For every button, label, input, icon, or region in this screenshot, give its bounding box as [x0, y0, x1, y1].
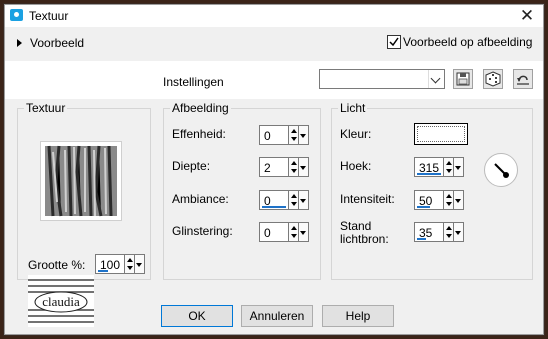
- spin-arrows-icon[interactable]: [444, 190, 454, 210]
- cancel-button[interactable]: Annuleren: [241, 305, 313, 327]
- size-value-field[interactable]: 100: [95, 254, 125, 274]
- spin-arrows-icon[interactable]: [289, 125, 299, 145]
- shine-value-field[interactable]: 0: [259, 222, 289, 242]
- light-height-label: Stand lichtbron:: [340, 219, 389, 246]
- dropdown-arrow-icon[interactable]: [299, 222, 309, 242]
- bark-texture-image: [45, 145, 117, 217]
- dropdown-arrow-icon[interactable]: [454, 222, 464, 242]
- settings-label: Instellingen: [163, 75, 224, 89]
- angle-value-field[interactable]: 315: [414, 157, 444, 177]
- angle-level-bar: [417, 173, 441, 175]
- svg-text:claudia: claudia: [42, 294, 80, 309]
- settings-bar: Instellingen: [5, 61, 543, 99]
- size-level-bar: [98, 270, 108, 272]
- dropdown-arrow-icon[interactable]: [135, 254, 145, 274]
- image-group: Afbeelding Effenheid: 0 Diepte: 2 Ambian…: [163, 101, 321, 280]
- reset-icon: [517, 75, 529, 85]
- spin-arrows-icon[interactable]: [444, 222, 454, 242]
- random-button[interactable]: [483, 69, 503, 89]
- smoothness-value-field[interactable]: 0: [259, 125, 289, 145]
- angle-spinner[interactable]: 315: [414, 157, 464, 177]
- dropdown-arrow-icon[interactable]: [299, 125, 309, 145]
- light-group-title: Licht: [338, 101, 368, 115]
- light-color-swatch[interactable]: [414, 123, 468, 145]
- ambiance-spinner[interactable]: 0: [259, 190, 309, 210]
- light-height-level-bar: [417, 238, 426, 240]
- dropdown-arrow-icon[interactable]: [299, 190, 309, 210]
- angle-dial[interactable]: [484, 153, 518, 187]
- title-bar: Textuur ✕: [5, 5, 543, 27]
- light-height-value-field[interactable]: 35: [414, 222, 444, 242]
- spin-arrows-icon[interactable]: [289, 190, 299, 210]
- depth-value: 2: [264, 161, 271, 175]
- checkmark-icon: [389, 37, 399, 47]
- dice-icon: [485, 71, 501, 87]
- window-title: Textuur: [29, 9, 69, 23]
- preview-on-image-label[interactable]: Voorbeeld op afbeelding: [403, 35, 532, 49]
- preview-on-image-checkbox[interactable]: [387, 35, 401, 49]
- size-label: Grootte %:: [28, 258, 86, 272]
- image-group-title: Afbeelding: [170, 101, 231, 115]
- shine-value: 0: [264, 226, 271, 240]
- claudia-watermark-logo: claudia: [28, 275, 94, 327]
- spin-arrows-icon[interactable]: [444, 157, 454, 177]
- spin-arrows-icon[interactable]: [289, 157, 299, 177]
- preview-bar: Voorbeeld Voorbeeld op afbeelding: [5, 27, 543, 62]
- smoothness-spinner[interactable]: 0: [259, 125, 309, 145]
- intensity-spinner[interactable]: 50: [414, 190, 464, 210]
- intensity-level-bar: [417, 206, 430, 208]
- light-height-spinner[interactable]: 35: [414, 222, 464, 242]
- app-icon: [10, 9, 23, 21]
- depth-label: Diepte:: [172, 159, 211, 173]
- size-spinner[interactable]: 100: [95, 254, 145, 274]
- depth-spinner[interactable]: 2: [259, 157, 309, 177]
- texture-swatch[interactable]: [40, 141, 122, 221]
- smoothness-label: Effenheid:: [172, 127, 226, 141]
- angle-label: Hoek:: [340, 159, 372, 173]
- shine-label: Glinstering:: [172, 224, 233, 238]
- ambiance-value-field[interactable]: 0: [259, 190, 289, 210]
- spin-arrows-icon[interactable]: [289, 222, 299, 242]
- color-label: Kleur:: [340, 127, 372, 141]
- dropdown-arrow-icon[interactable]: [454, 157, 464, 177]
- light-group: Licht Kleur: Hoek: 315 Intensiteit: 50 S…: [331, 101, 533, 280]
- preset-combo[interactable]: [319, 69, 445, 89]
- ambiance-label: Ambiance:: [172, 192, 229, 206]
- chevron-down-icon[interactable]: [428, 70, 444, 88]
- expand-triangle-icon[interactable]: [17, 39, 22, 47]
- dropdown-arrow-icon[interactable]: [299, 157, 309, 177]
- dropdown-arrow-icon[interactable]: [454, 190, 464, 210]
- ambiance-level-bar: [262, 206, 286, 208]
- texture-group: Textuur Grootte %: 100: [17, 101, 151, 280]
- angle-dial-icon: [494, 163, 509, 178]
- save-preset-button[interactable]: [453, 69, 473, 89]
- reset-button[interactable]: [513, 69, 533, 89]
- shine-spinner[interactable]: 0: [259, 222, 309, 242]
- preview-toggle-label[interactable]: Voorbeeld: [30, 36, 84, 50]
- smoothness-value: 0: [264, 129, 271, 143]
- texture-dialog: Textuur ✕ Voorbeeld Voorbeeld op afbeeld…: [4, 4, 544, 335]
- ok-button[interactable]: OK: [161, 305, 233, 327]
- texture-group-title: Textuur: [24, 101, 68, 115]
- spin-arrows-icon[interactable]: [125, 254, 135, 274]
- depth-value-field[interactable]: 2: [259, 157, 289, 177]
- close-icon[interactable]: ✕: [517, 6, 537, 26]
- save-icon: [456, 72, 470, 86]
- help-button[interactable]: Help: [322, 305, 394, 327]
- intensity-value-field[interactable]: 50: [414, 190, 444, 210]
- intensity-label: Intensiteit:: [340, 192, 395, 206]
